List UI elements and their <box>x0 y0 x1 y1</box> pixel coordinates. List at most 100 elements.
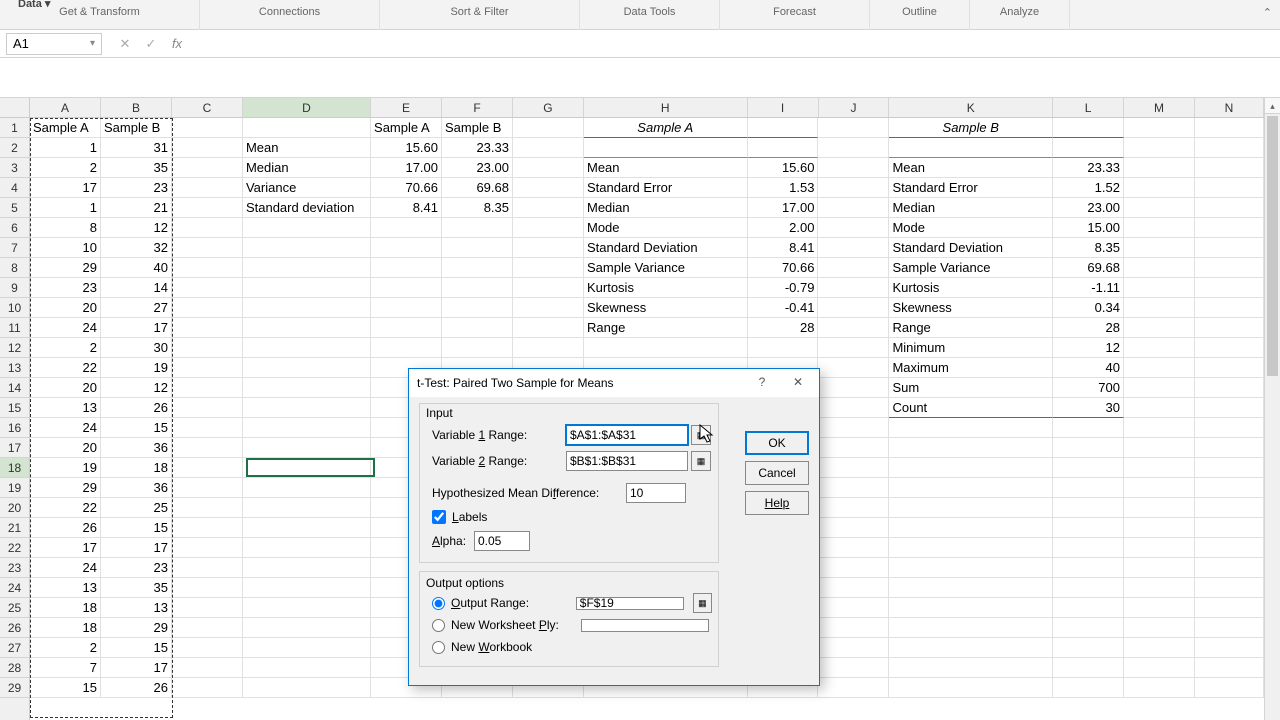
cell-G4[interactable] <box>513 178 584 198</box>
cell-A27[interactable]: 2 <box>30 638 101 658</box>
cell-D9[interactable] <box>243 278 371 298</box>
cell-M14[interactable] <box>1124 378 1195 398</box>
cell-K17[interactable] <box>889 438 1053 458</box>
cell-J3[interactable] <box>818 158 889 178</box>
cell-H7[interactable]: Standard Deviation <box>584 238 748 258</box>
cell-B13[interactable]: 19 <box>101 358 172 378</box>
cell-M7[interactable] <box>1124 238 1195 258</box>
cell-K8[interactable]: Sample Variance <box>889 258 1053 278</box>
cell-G2[interactable] <box>513 138 584 158</box>
cell-B21[interactable]: 15 <box>101 518 172 538</box>
cell-C4[interactable] <box>172 178 243 198</box>
cell-D29[interactable] <box>243 678 371 698</box>
cell-F6[interactable] <box>442 218 513 238</box>
cell-A24[interactable]: 13 <box>30 578 101 598</box>
col-header-L[interactable]: L <box>1053 98 1124 117</box>
var1-range-input[interactable] <box>566 425 688 445</box>
row-header-11[interactable]: 11 <box>0 318 29 338</box>
row-header-21[interactable]: 21 <box>0 518 29 538</box>
row-header-19[interactable]: 19 <box>0 478 29 498</box>
col-header-A[interactable]: A <box>30 98 101 117</box>
cell-H3[interactable]: Mean <box>584 158 748 178</box>
cell-C16[interactable] <box>172 418 243 438</box>
cell-C9[interactable] <box>172 278 243 298</box>
cell-B19[interactable]: 36 <box>101 478 172 498</box>
cell-C5[interactable] <box>172 198 243 218</box>
cell-D25[interactable] <box>243 598 371 618</box>
cell-D12[interactable] <box>243 338 371 358</box>
cell-N8[interactable] <box>1195 258 1264 278</box>
cell-N9[interactable] <box>1195 278 1264 298</box>
cell-L24[interactable] <box>1053 578 1124 598</box>
cell-C24[interactable] <box>172 578 243 598</box>
cell-B5[interactable]: 21 <box>101 198 172 218</box>
cell-L19[interactable] <box>1053 478 1124 498</box>
cancel-button[interactable]: Cancel <box>745 461 809 485</box>
cell-D16[interactable] <box>243 418 371 438</box>
cell-N3[interactable] <box>1195 158 1264 178</box>
row-header-24[interactable]: 24 <box>0 578 29 598</box>
cell-J19[interactable] <box>818 478 889 498</box>
cell-J18[interactable] <box>818 458 889 478</box>
cell-A26[interactable]: 18 <box>30 618 101 638</box>
cell-G10[interactable] <box>513 298 584 318</box>
cell-L6[interactable]: 15.00 <box>1053 218 1124 238</box>
cell-E8[interactable] <box>371 258 442 278</box>
var1-range-picker-icon[interactable]: ▦ <box>691 425 711 445</box>
cell-H5[interactable]: Median <box>584 198 748 218</box>
cell-A14[interactable]: 20 <box>30 378 101 398</box>
cell-F10[interactable] <box>442 298 513 318</box>
cell-D14[interactable] <box>243 378 371 398</box>
cell-D26[interactable] <box>243 618 371 638</box>
cell-L3[interactable]: 23.33 <box>1053 158 1124 178</box>
cell-L4[interactable]: 1.52 <box>1053 178 1124 198</box>
col-header-H[interactable]: H <box>584 98 748 117</box>
help-button[interactable]: Help <box>745 491 809 515</box>
cell-A18[interactable]: 19 <box>30 458 101 478</box>
cell-A28[interactable]: 7 <box>30 658 101 678</box>
cell-M17[interactable] <box>1124 438 1195 458</box>
cell-J13[interactable] <box>818 358 889 378</box>
cell-M3[interactable] <box>1124 158 1195 178</box>
cell-J16[interactable] <box>818 418 889 438</box>
cell-A7[interactable]: 10 <box>30 238 101 258</box>
cell-I1[interactable] <box>748 118 819 138</box>
cell-N19[interactable] <box>1195 478 1264 498</box>
vertical-scrollbar[interactable]: ▴ <box>1264 98 1280 720</box>
cell-A20[interactable]: 22 <box>30 498 101 518</box>
cell-A21[interactable]: 26 <box>30 518 101 538</box>
cell-K2[interactable] <box>889 138 1053 158</box>
cell-C28[interactable] <box>172 658 243 678</box>
row-headers[interactable]: 1234567891011121314151617181920212223242… <box>0 118 30 720</box>
cell-N20[interactable] <box>1195 498 1264 518</box>
row-header-3[interactable]: 3 <box>0 158 29 178</box>
row-header-9[interactable]: 9 <box>0 278 29 298</box>
row-header-4[interactable]: 4 <box>0 178 29 198</box>
cell-F5[interactable]: 8.35 <box>442 198 513 218</box>
cell-A2[interactable]: 1 <box>30 138 101 158</box>
cell-K26[interactable] <box>889 618 1053 638</box>
cell-D23[interactable] <box>243 558 371 578</box>
cell-K4[interactable]: Standard Error <box>889 178 1053 198</box>
cell-K29[interactable] <box>889 678 1053 698</box>
cell-M18[interactable] <box>1124 458 1195 478</box>
cell-M20[interactable] <box>1124 498 1195 518</box>
cell-E5[interactable]: 8.41 <box>371 198 442 218</box>
cell-I7[interactable]: 8.41 <box>748 238 819 258</box>
cell-H11[interactable]: Range <box>584 318 748 338</box>
row-header-7[interactable]: 7 <box>0 238 29 258</box>
cell-B23[interactable]: 23 <box>101 558 172 578</box>
cell-H10[interactable]: Skewness <box>584 298 748 318</box>
cell-A23[interactable]: 24 <box>30 558 101 578</box>
row-header-25[interactable]: 25 <box>0 598 29 618</box>
dialog-close-button[interactable]: ✕ <box>781 372 815 394</box>
cell-K18[interactable] <box>889 458 1053 478</box>
cell-M28[interactable] <box>1124 658 1195 678</box>
cell-D6[interactable] <box>243 218 371 238</box>
col-header-G[interactable]: G <box>513 98 584 117</box>
cell-I2[interactable] <box>748 138 819 158</box>
cell-K11[interactable]: Range <box>889 318 1053 338</box>
cell-B1[interactable]: Sample B <box>101 118 172 138</box>
row-header-2[interactable]: 2 <box>0 138 29 158</box>
row-header-10[interactable]: 10 <box>0 298 29 318</box>
